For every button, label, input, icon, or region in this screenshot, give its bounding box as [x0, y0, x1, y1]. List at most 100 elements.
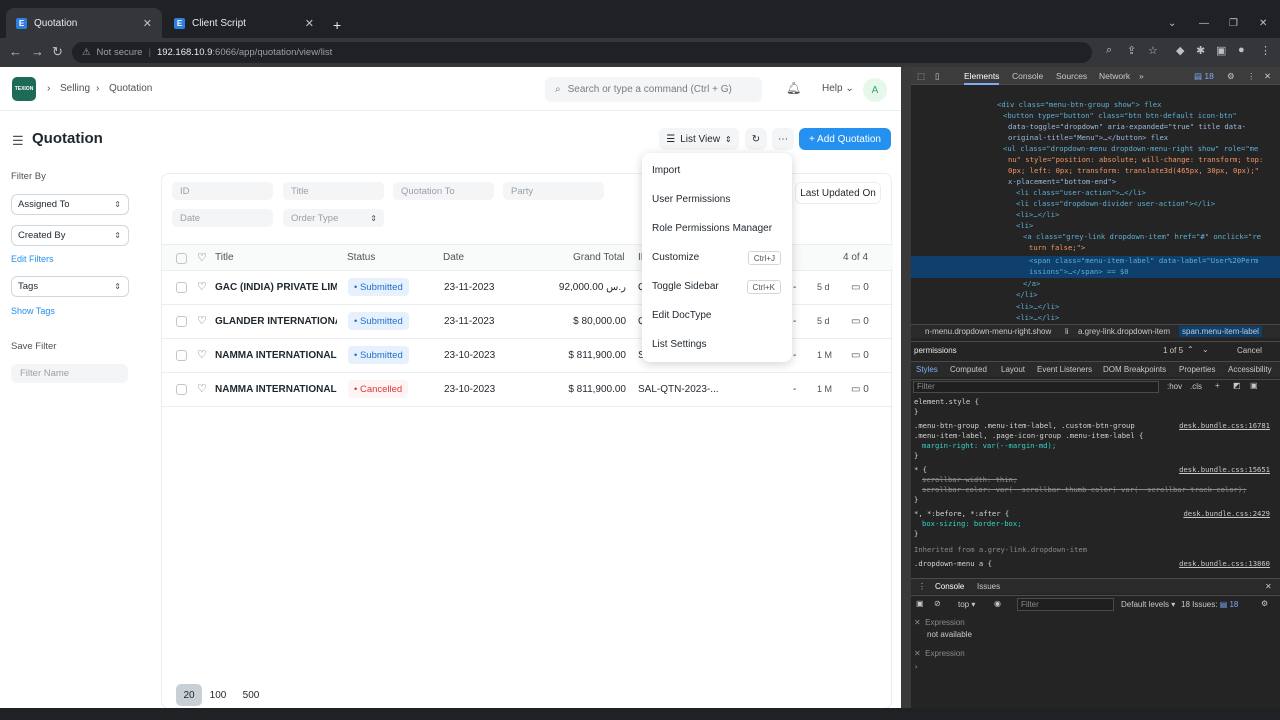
- settings-gear-icon[interactable]: ⚙: [1227, 71, 1235, 82]
- clear-console-icon[interactable]: ⊘: [934, 599, 941, 608]
- tab-styles[interactable]: Styles: [916, 365, 938, 374]
- forward-arrow-icon[interactable]: →: [31, 44, 44, 59]
- dom-line-selected[interactable]: issions">…</span> == $0: [911, 267, 1280, 278]
- device-toggle-icon[interactable]: ▯: [935, 71, 940, 82]
- order-type-filter[interactable]: Order Type ⇕: [283, 209, 384, 227]
- id-filter-input[interactable]: ID: [172, 182, 273, 200]
- avatar[interactable]: A: [863, 78, 887, 102]
- table-row[interactable]: ♡ NAMMA INTERNATIONAL LLC • Cancelled 23…: [162, 373, 893, 407]
- page-scrollbar[interactable]: [901, 67, 911, 708]
- row-checkbox[interactable]: [176, 282, 187, 293]
- menu-item-role-permissions[interactable]: Role Permissions Manager: [652, 223, 772, 234]
- menu-item-customize[interactable]: Customize: [652, 252, 699, 263]
- prev-match-icon[interactable]: ⌃: [1187, 345, 1194, 354]
- add-rule-icon[interactable]: +: [1215, 381, 1220, 390]
- menu-item-import[interactable]: Import: [652, 165, 680, 176]
- breadcrumb-selling[interactable]: Selling: [60, 83, 90, 94]
- tags-select[interactable]: Tags ⇕: [11, 276, 129, 297]
- drawer-menu-icon[interactable]: ⋮: [918, 582, 926, 591]
- share-icon[interactable]: ⇪: [1127, 44, 1136, 57]
- dom-line[interactable]: <button type="button" class="btn btn-def…: [911, 111, 1280, 122]
- crumb-selected[interactable]: span.menu-item-label: [1179, 326, 1262, 337]
- dom-line[interactable]: <ul class="dropdown-menu dropdown-menu-r…: [911, 144, 1280, 155]
- back-arrow-icon[interactable]: ←: [9, 44, 22, 59]
- refresh-button[interactable]: ↻: [745, 128, 767, 150]
- tab-event-listeners[interactable]: Event Listeners: [1037, 365, 1092, 374]
- created-by-select[interactable]: Created By ⇕: [11, 225, 129, 246]
- tab-search-icon[interactable]: ⌄: [1168, 18, 1176, 29]
- dom-line[interactable]: </li>: [911, 290, 1280, 301]
- dom-line[interactable]: <a class="grey-link dropdown-item" href=…: [911, 232, 1280, 243]
- row-checkbox[interactable]: [176, 350, 187, 361]
- title-filter-input[interactable]: Title: [283, 182, 384, 200]
- kebab-menu-icon[interactable]: ⋮: [1260, 44, 1271, 57]
- more-options-icon[interactable]: ⋮: [1247, 71, 1256, 82]
- quotation-to-filter[interactable]: Quotation To: [393, 182, 494, 200]
- heart-icon[interactable]: ♡: [197, 251, 207, 264]
- maximize-button[interactable]: ❐: [1229, 18, 1238, 29]
- sidepanel-icon[interactable]: ▣: [1216, 44, 1226, 57]
- tab-computed[interactable]: Computed: [950, 365, 987, 374]
- heart-icon[interactable]: ♡: [197, 348, 207, 361]
- next-match-icon[interactable]: ⌄: [1202, 345, 1209, 354]
- menu-button[interactable]: ⋯: [772, 128, 794, 150]
- more-tabs-icon[interactable]: »: [1139, 71, 1144, 81]
- menu-item-toggle-sidebar[interactable]: Toggle Sidebar: [652, 281, 719, 292]
- edit-filters-link[interactable]: Edit Filters: [11, 254, 54, 264]
- eye-icon[interactable]: ◉: [994, 599, 1001, 608]
- close-window-button[interactable]: ✕: [1259, 18, 1267, 29]
- cls-toggle[interactable]: .cls: [1190, 382, 1202, 391]
- dom-line[interactable]: <div class="menu-btn-group show"> flex: [911, 100, 1280, 111]
- select-all-checkbox[interactable]: [176, 253, 187, 264]
- tab-console[interactable]: Console: [1012, 71, 1043, 81]
- heart-icon[interactable]: ♡: [197, 280, 207, 293]
- comment-count[interactable]: ▭ 0: [851, 282, 869, 293]
- row-checkbox[interactable]: [176, 384, 187, 395]
- css-declaration[interactable]: box-sizing: border-box;: [914, 519, 1274, 528]
- console-settings-icon[interactable]: ⚙: [1261, 599, 1268, 608]
- dom-line[interactable]: <li>…</li>: [911, 302, 1280, 313]
- dom-line[interactable]: <li class="dropdown-divider user-action"…: [911, 199, 1280, 210]
- close-devtools-icon[interactable]: ✕: [1264, 71, 1271, 82]
- puzzle-icon[interactable]: ✱: [1196, 44, 1205, 57]
- show-tags-link[interactable]: Show Tags: [11, 306, 55, 316]
- bookmark-star-icon[interactable]: ☆: [1148, 44, 1158, 57]
- computed-sidebar-icon[interactable]: ▣: [1250, 381, 1258, 390]
- app-logo[interactable]: TEXION: [12, 77, 36, 101]
- dom-line-selected[interactable]: <span class="menu-item-label" data-label…: [911, 256, 1280, 267]
- levels-select[interactable]: Default levels ▾: [1121, 600, 1175, 609]
- page-size-20[interactable]: 20: [176, 684, 202, 706]
- issues-count[interactable]: 18 Issues: ▤ 18: [1181, 600, 1238, 609]
- crumb[interactable]: a.grey-link.dropdown-item: [1078, 327, 1170, 336]
- sort-selector[interactable]: Last Updated On: [795, 182, 881, 204]
- crumb[interactable]: li: [1065, 327, 1069, 336]
- tab-elements[interactable]: Elements: [964, 71, 1000, 85]
- css-declaration[interactable]: margin-right: var(--margin-md);: [914, 441, 1274, 450]
- tab-network[interactable]: Network: [1099, 71, 1130, 81]
- drawer-tab-console[interactable]: Console: [935, 582, 964, 591]
- tab-accessibility[interactable]: Accessibility: [1228, 365, 1272, 374]
- console-prompt-icon[interactable]: ›: [914, 662, 1274, 671]
- live-expression[interactable]: ✕ Expression: [914, 618, 1274, 627]
- css-declaration-overridden[interactable]: scrollbar-color: var(--scrollbar-thumb-c…: [914, 485, 1274, 494]
- dom-line[interactable]: <li class="user-action">…</li>: [911, 188, 1280, 199]
- comment-count[interactable]: ▭ 0: [851, 350, 869, 361]
- row-title[interactable]: GLANDER INTERNATIONAL: [215, 316, 337, 327]
- tab-client-script[interactable]: E Client Script ✕: [164, 8, 324, 38]
- reload-icon[interactable]: ↻: [52, 44, 63, 60]
- css-source-link[interactable]: desk.bundle.css:2429: [1183, 509, 1270, 518]
- console-filter-input[interactable]: Filter: [1017, 598, 1114, 611]
- row-checkbox[interactable]: [176, 316, 187, 327]
- sidebar-icon[interactable]: ▣: [916, 599, 924, 608]
- crumb[interactable]: n-menu.dropdown-menu-right.show: [925, 327, 1051, 336]
- awesomebar-search-input[interactable]: ⌕ Search or type a command (Ctrl + G): [545, 77, 762, 102]
- tab-dom-breakpoints[interactable]: DOM Breakpoints: [1103, 365, 1166, 374]
- bell-icon[interactable]: 🔔︎: [786, 81, 801, 95]
- context-select[interactable]: top ▾: [958, 600, 975, 609]
- dom-line[interactable]: <li>…</li>: [911, 210, 1280, 221]
- page-size-500[interactable]: 500: [238, 684, 264, 706]
- tab-properties[interactable]: Properties: [1179, 365, 1215, 374]
- dom-line[interactable]: <li>…</li>: [911, 313, 1280, 324]
- cancel-search-button[interactable]: Cancel: [1237, 346, 1262, 355]
- heart-icon[interactable]: ♡: [197, 382, 207, 395]
